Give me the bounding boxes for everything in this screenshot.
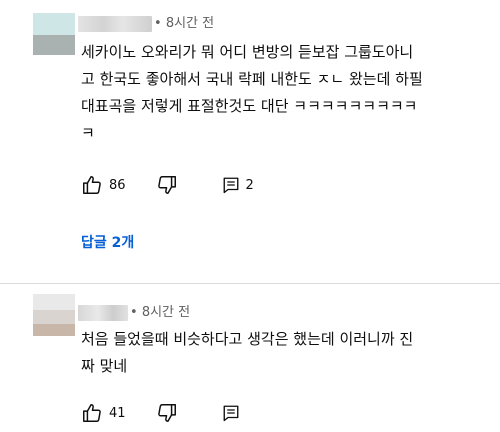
- view-replies-button[interactable]: 답글 2개: [81, 232, 134, 252]
- reply-comment-icon: [222, 404, 240, 422]
- comment-line: 처음 들었을때 비슷하다고 생각은 했는데 이러니까 진: [81, 330, 414, 348]
- dislike-button[interactable]: [156, 402, 178, 424]
- comment-item: • 8시간 전 처음 들었을때 비슷하다고 생각은 했는데 이러니까 진 짜 맞…: [0, 284, 500, 432]
- reply-button[interactable]: 2: [222, 176, 254, 194]
- dislike-button[interactable]: [156, 174, 178, 196]
- thumbs-down-icon: [156, 174, 178, 196]
- comment-line: 고 한국도 좋아해서 국내 락페 내한도 ㅈㄴ 왔는데 하필: [81, 70, 423, 88]
- thumbs-down-icon: [156, 402, 178, 424]
- thumbs-up-icon: [81, 402, 103, 424]
- comment-line: 세카이노 오와리가 뭐 어디 변방의 듣보잡 그룹도아니: [81, 43, 414, 61]
- comment-line: 대표곡을 저렇게 표절한것도 대단 ㅋㅋㅋㅋㅋㅋㅋㅋㅋ: [81, 97, 418, 115]
- reply-button[interactable]: [222, 404, 240, 422]
- like-button[interactable]: 41: [81, 402, 126, 424]
- redacted-username[interactable]: [78, 305, 128, 321]
- thumbs-up-icon: [81, 174, 103, 196]
- comment-actions: 86 2: [81, 173, 254, 197]
- comment-timestamp[interactable]: • 8시간 전: [154, 16, 214, 32]
- comment-line: ㅋ: [81, 124, 95, 142]
- reply-count: 2: [245, 177, 254, 193]
- comment-text: 처음 들었을때 비슷하다고 생각은 했는데 이러니까 진 짜 맞네: [81, 326, 413, 380]
- reply-comment-icon: [222, 176, 240, 194]
- redacted-username[interactable]: [78, 16, 152, 32]
- comment-timestamp[interactable]: • 8시간 전: [130, 305, 190, 321]
- like-button[interactable]: 86: [81, 174, 126, 196]
- comment-line: 짜 맞네: [81, 357, 128, 375]
- like-count: 86: [109, 177, 126, 193]
- comment-text: 세카이노 오와리가 뭐 어디 변방의 듣보잡 그룹도아니 고 한국도 좋아해서 …: [81, 39, 423, 147]
- avatar[interactable]: [33, 294, 75, 336]
- like-count: 41: [109, 405, 126, 421]
- comment-actions: 41: [81, 401, 240, 425]
- comment-item: • 8시간 전 세카이노 오와리가 뭐 어디 변방의 듣보잡 그룹도아니 고 한…: [0, 0, 500, 282]
- avatar[interactable]: [33, 13, 75, 55]
